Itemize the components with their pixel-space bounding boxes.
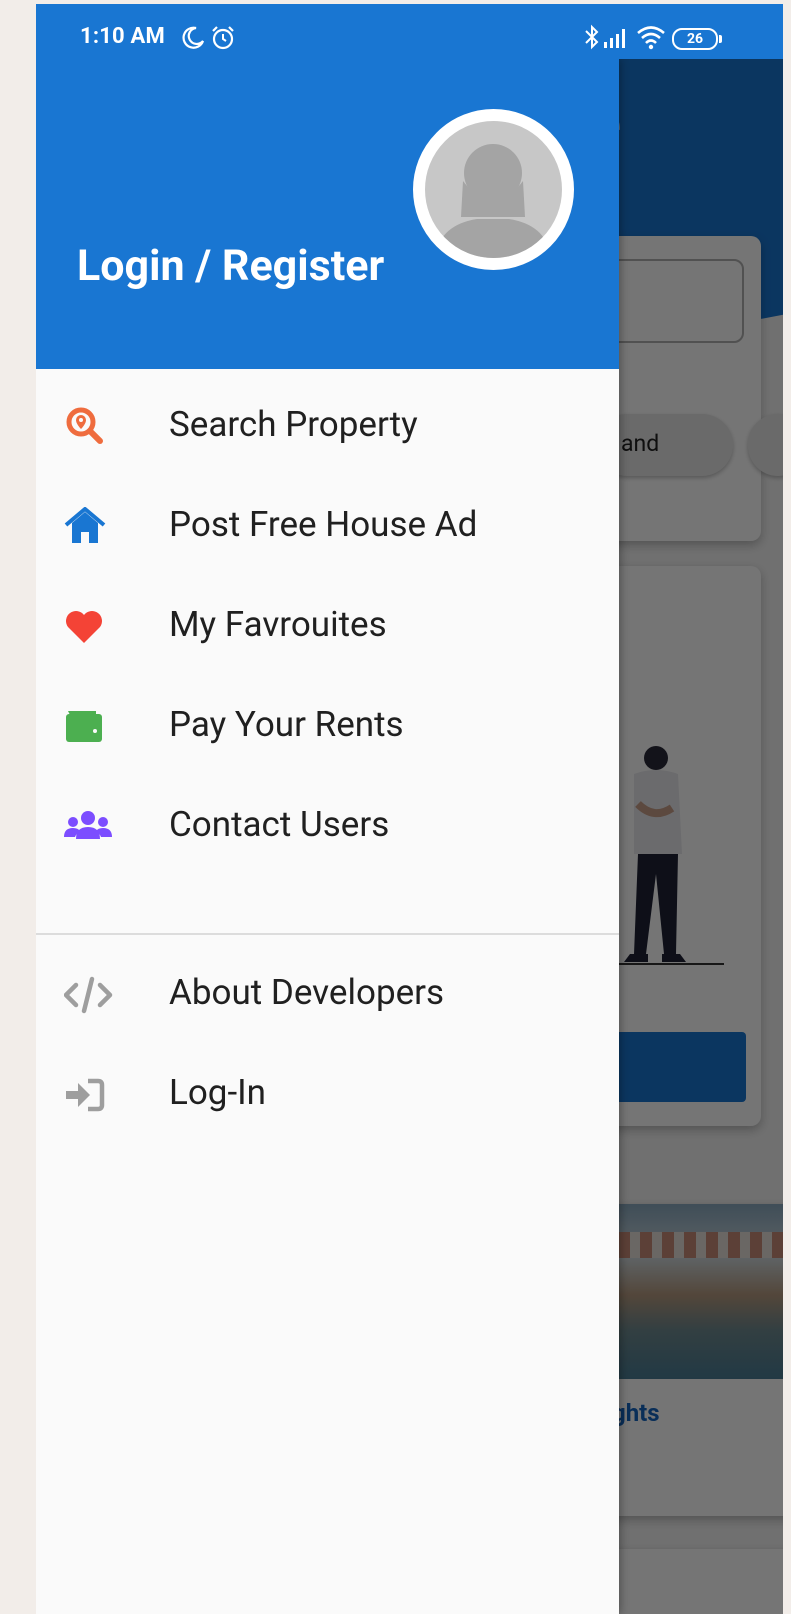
- menu-item-label: Search Property: [169, 404, 418, 445]
- moon-icon: [182, 26, 205, 49]
- menu-item-label: About Developers: [169, 972, 445, 1013]
- wallet-icon: [66, 711, 102, 742]
- navigation-drawer: Login / Register Search Property Post Fr…: [36, 59, 619, 1614]
- battery-indicator: 26: [672, 28, 722, 50]
- drawer-header[interactable]: Login / Register: [36, 59, 619, 369]
- heart-icon: [66, 611, 102, 643]
- drawer-divider: [36, 933, 619, 935]
- avatar[interactable]: [413, 109, 574, 270]
- menu-item-label: Contact Users: [169, 804, 390, 845]
- search-location-icon: [66, 407, 103, 444]
- sign-in-icon: [66, 1078, 105, 1112]
- menu-item-log-in[interactable]: Log-In: [36, 1043, 619, 1143]
- menu-item-my-favourites[interactable]: My Favrouites: [36, 575, 619, 675]
- phone-screen: e ? and ghts 1:10 AM: [36, 4, 783, 1614]
- wifi-icon: [637, 26, 665, 50]
- home-icon: [64, 507, 106, 543]
- menu-item-label: My Favrouites: [169, 604, 387, 645]
- status-time: 1:10 AM: [80, 24, 165, 49]
- menu-item-label: Post Free House Ad: [169, 504, 478, 545]
- menu-item-post-free-house-ad[interactable]: Post Free House Ad: [36, 475, 619, 575]
- menu-item-search-property[interactable]: Search Property: [36, 375, 619, 475]
- alarm-icon: [212, 26, 234, 50]
- menu-item-label: Pay Your Rents: [169, 704, 404, 745]
- menu-item-about-developers[interactable]: About Developers: [36, 943, 619, 1043]
- signal-icon: [604, 29, 625, 48]
- code-icon: [64, 976, 113, 1014]
- users-icon: [64, 811, 112, 839]
- status-bar: 1:10 AM 26: [36, 4, 783, 59]
- drawer-title: Login / Register: [77, 241, 385, 291]
- menu-item-pay-your-rents[interactable]: Pay Your Rents: [36, 675, 619, 775]
- user-silhouette-icon: [435, 144, 551, 258]
- bluetooth-icon: [585, 24, 599, 50]
- menu-item-label: Log-In: [169, 1072, 266, 1113]
- menu-item-contact-users[interactable]: Contact Users: [36, 775, 619, 875]
